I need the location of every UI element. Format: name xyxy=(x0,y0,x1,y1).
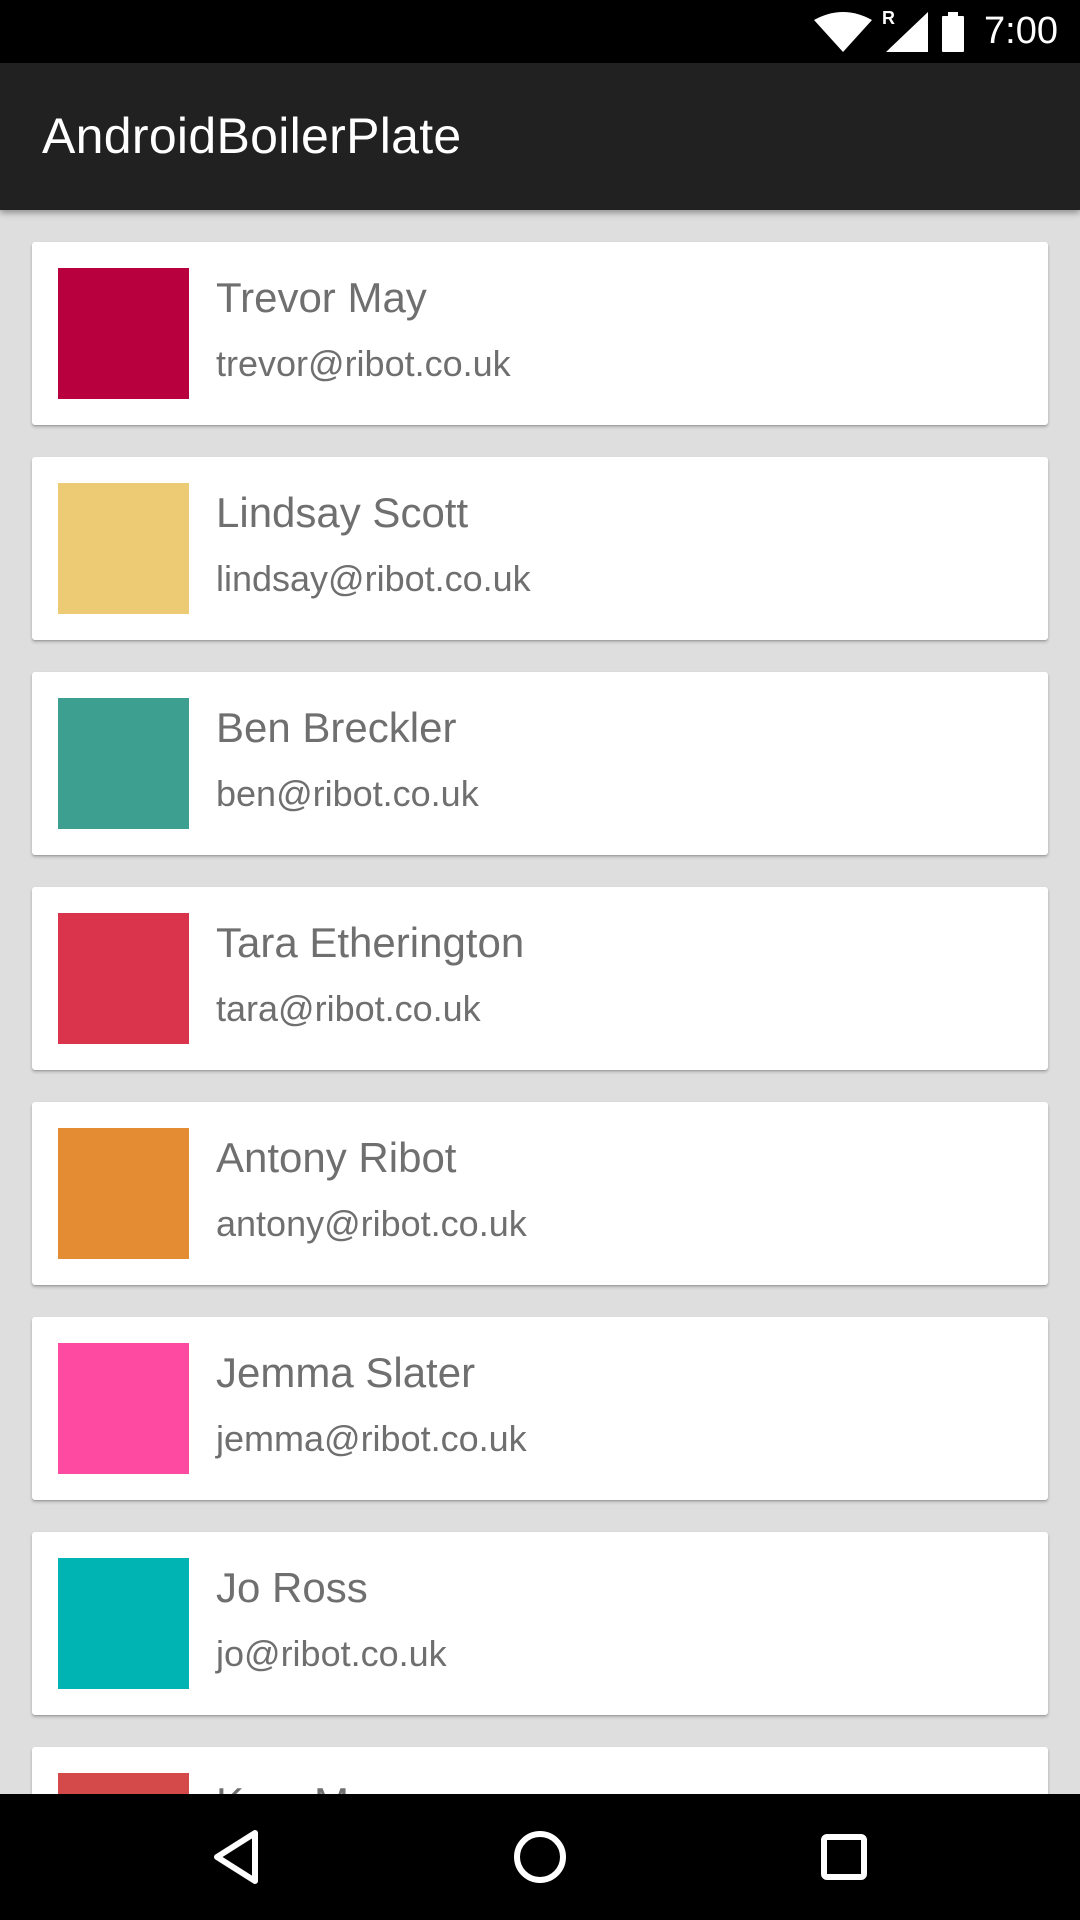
status-bar: R 7:00 xyxy=(0,0,1080,63)
list-item[interactable]: Ka... M... xyxy=(32,1747,1048,1794)
battery-icon xyxy=(942,11,965,52)
person-email: trevor@ribot.co.uk xyxy=(216,343,511,384)
cell-signal-icon: R xyxy=(882,8,929,52)
home-icon[interactable] xyxy=(507,1824,573,1890)
navigation-bar xyxy=(0,1794,1080,1920)
person-email: antony@ribot.co.uk xyxy=(216,1203,527,1244)
list-item[interactable]: Ben Breckler ben@ribot.co.uk xyxy=(32,672,1048,855)
color-swatch xyxy=(58,1343,189,1474)
clock: 7:00 xyxy=(984,10,1058,52)
color-swatch xyxy=(58,268,189,399)
person-email: ben@ribot.co.uk xyxy=(216,773,479,814)
color-swatch xyxy=(58,1558,189,1689)
list-item[interactable]: Jo Ross jo@ribot.co.uk xyxy=(32,1532,1048,1715)
app-title: AndroidBoilerPlate xyxy=(42,108,462,164)
person-name: Tara Etherington xyxy=(216,919,525,966)
list-item[interactable]: Tara Etherington tara@ribot.co.uk xyxy=(32,887,1048,1070)
person-name: Jemma Slater xyxy=(216,1349,476,1396)
person-email: tara@ribot.co.uk xyxy=(216,988,481,1029)
person-name: Ka... M... xyxy=(216,1779,384,1794)
person-name: Ben Breckler xyxy=(216,704,457,751)
person-name: Jo Ross xyxy=(216,1564,368,1611)
color-swatch xyxy=(58,483,189,614)
wifi-icon xyxy=(814,11,873,52)
color-swatch xyxy=(58,1773,189,1794)
recents-icon[interactable] xyxy=(811,1824,877,1890)
person-name: Lindsay Scott xyxy=(216,489,469,536)
list-item[interactable]: Trevor May trevor@ribot.co.uk xyxy=(32,242,1048,425)
person-email: jemma@ribot.co.uk xyxy=(216,1418,527,1459)
people-list[interactable]: Trevor May trevor@ribot.co.uk Lindsay Sc… xyxy=(0,210,1080,1794)
status-icons: R 7:00 xyxy=(814,0,1058,63)
list-item[interactable]: Lindsay Scott lindsay@ribot.co.uk xyxy=(32,457,1048,640)
app-bar: AndroidBoilerPlate xyxy=(0,63,1080,210)
person-email: lindsay@ribot.co.uk xyxy=(216,558,531,599)
list-item[interactable]: Jemma Slater jemma@ribot.co.uk xyxy=(32,1317,1048,1500)
color-swatch xyxy=(58,1128,189,1259)
person-name: Antony Ribot xyxy=(216,1134,457,1181)
back-icon[interactable] xyxy=(203,1824,269,1890)
color-swatch xyxy=(58,913,189,1044)
person-email: jo@ribot.co.uk xyxy=(216,1633,447,1674)
person-name: Trevor May xyxy=(216,274,427,321)
list-item[interactable]: Antony Ribot antony@ribot.co.uk xyxy=(32,1102,1048,1285)
color-swatch xyxy=(58,698,189,829)
